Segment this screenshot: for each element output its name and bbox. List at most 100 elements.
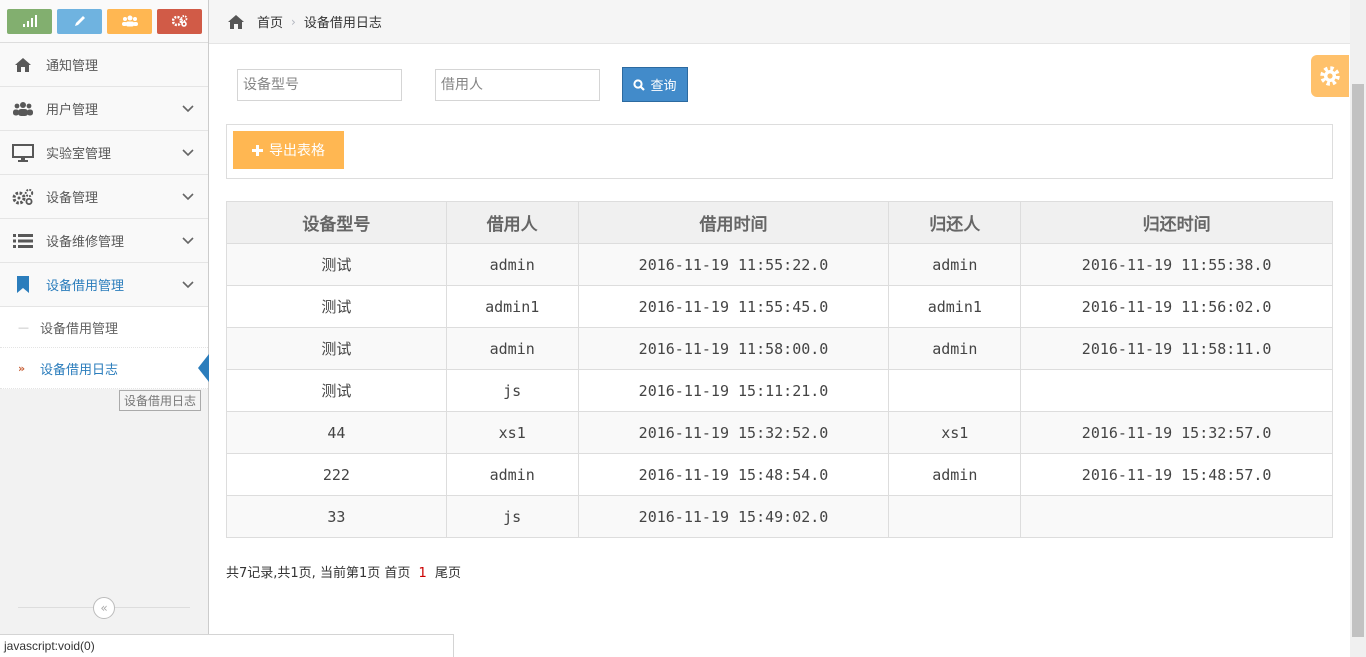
column-header: 借用时间 [577, 201, 890, 244]
home-icon[interactable] [227, 14, 245, 30]
export-button-label: 导出表格 [269, 143, 325, 159]
chevron-down-icon [168, 280, 208, 289]
table-cell: xs1 [445, 411, 579, 454]
breadcrumb-current: 设备借用日志 [303, 16, 382, 31]
table-cell [1020, 369, 1333, 412]
breadcrumb-home-link[interactable]: 首页 [257, 12, 283, 31]
sidebar-item-users[interactable]: 用户管理 [0, 87, 208, 131]
table-cell: js [445, 495, 579, 538]
sidebar-tooltip: 设备借用日志 [119, 390, 202, 411]
gear-icon [1320, 66, 1340, 86]
borrow-log-table: 设备型号 借用人 借用时间 归还人 归还时间 测试 admin 2016-11-… [226, 201, 1333, 538]
table-cell: 44 [226, 411, 447, 454]
search-button-label: 查询 [650, 79, 677, 94]
table-cell: 测试 [226, 369, 447, 412]
table-cell: 2016-11-19 11:55:45.0 [577, 285, 890, 328]
table-cell: admin [888, 243, 1022, 286]
sidebar-item-label: 设备维修管理 [46, 235, 125, 250]
signal-icon [22, 15, 37, 27]
table-cell: 222 [226, 453, 447, 496]
table-cell: admin1 [445, 285, 579, 328]
table-cell [1020, 495, 1333, 538]
sidebar-submenu: — 设备借用管理 » 设备借用日志 [0, 307, 209, 389]
table-cell: 2016-11-19 11:55:22.0 [577, 243, 890, 286]
export-button[interactable]: 导出表格 [233, 131, 344, 169]
table-cell: 2016-11-19 15:49:02.0 [577, 495, 890, 538]
table-cell: 2016-11-19 15:32:52.0 [577, 411, 890, 454]
table-cell [888, 369, 1022, 412]
column-header: 借用人 [445, 201, 579, 244]
toolbar: 导出表格 [226, 124, 1333, 179]
table-cell: 2016-11-19 11:58:11.0 [1020, 327, 1333, 370]
shortcut-cogs-button[interactable] [157, 8, 202, 34]
users-icon [0, 101, 46, 117]
table-cell: 测试 [226, 327, 447, 370]
table-cell: admin [445, 243, 579, 286]
sidebar-subitem-label: 设备借用日志 [40, 362, 119, 378]
sidebar-collapse-button[interactable]: « [93, 597, 115, 619]
users-icon [121, 15, 138, 27]
breadcrumb: 首页 › 设备借用日志 [209, 0, 1350, 44]
table-row: 测试 js 2016-11-19 15:11:21.0 [226, 369, 1333, 412]
main-content: 首页 › 设备借用日志 查询 导出表格 设备型号 借用人 借用时间 归还人 归还… [209, 0, 1350, 657]
sidebar-item-borrow[interactable]: 设备借用管理 [0, 263, 208, 307]
sidebar-shortcuts [0, 0, 208, 43]
table-cell: 2016-11-19 15:11:21.0 [577, 369, 890, 412]
plus-icon [252, 144, 263, 156]
sidebar-item-label: 设备借用管理 [46, 279, 125, 294]
table-row: 44 xs1 2016-11-19 15:32:52.0 xs1 2016-11… [226, 411, 1333, 454]
pagination-first-link[interactable]: 首页 [384, 566, 410, 581]
chevron-down-icon [168, 148, 208, 157]
table-cell: admin1 [888, 285, 1022, 328]
sidebar-subitem-borrow-log[interactable]: » 设备借用日志 [0, 348, 209, 389]
table-row: 222 admin 2016-11-19 15:48:54.0 admin 20… [226, 453, 1333, 496]
sidebar-nav: 通知管理 用户管理 实验室管理 设备管理 设备维修管理 设备借用管理 [0, 43, 208, 307]
table-cell: 2016-11-19 15:48:57.0 [1020, 453, 1333, 496]
pagination-page-link[interactable]: 1 [419, 566, 427, 581]
sidebar-item-repair[interactable]: 设备维修管理 [0, 219, 208, 263]
sidebar-item-device[interactable]: 设备管理 [0, 175, 208, 219]
shortcut-pencil-button[interactable] [57, 8, 102, 34]
sidebar: 通知管理 用户管理 实验室管理 设备管理 设备维修管理 设备借用管理 — 设备借… [0, 0, 209, 657]
borrower-input[interactable] [435, 68, 600, 101]
table-cell: 2016-11-19 15:48:54.0 [577, 453, 890, 496]
search-button[interactable]: 查询 [622, 67, 688, 102]
shortcut-users-button[interactable] [107, 8, 152, 34]
double-chevron-right-icon: » [18, 361, 26, 375]
table-cell: 测试 [226, 243, 447, 286]
scrollbar-thumb[interactable] [1352, 84, 1364, 637]
sidebar-item-notice[interactable]: 通知管理 [0, 43, 208, 87]
pagination: 共7记录,共1页, 当前第1页 首页 1 尾页 [226, 562, 461, 581]
cogs-icon [0, 188, 46, 206]
table-header-row: 设备型号 借用人 借用时间 归还人 归还时间 [226, 201, 1333, 244]
bookmark-icon [0, 275, 46, 294]
column-header: 归还人 [888, 201, 1022, 244]
chevron-right-icon: › [291, 14, 296, 29]
table-row: 测试 admin 2016-11-19 11:55:22.0 admin 201… [226, 243, 1333, 286]
device-model-input[interactable] [237, 68, 402, 101]
table-cell: xs1 [888, 411, 1022, 454]
column-header: 设备型号 [226, 201, 447, 244]
pencil-icon [74, 16, 85, 26]
table-cell: admin [888, 327, 1022, 370]
browser-status-bar: javascript:void(0) [0, 634, 454, 657]
table-cell: 33 [226, 495, 447, 538]
desktop-icon [0, 143, 46, 162]
vertical-scrollbar[interactable] [1350, 0, 1366, 657]
sidebar-item-label: 用户管理 [46, 103, 99, 118]
sidebar-subitem-borrow-manage[interactable]: — 设备借用管理 [0, 307, 208, 348]
table-cell [888, 495, 1022, 538]
list-icon [0, 233, 46, 249]
shortcut-signal-button[interactable] [7, 8, 52, 34]
table-cell: js [445, 369, 579, 412]
home-icon [0, 57, 46, 73]
search-icon [633, 78, 646, 91]
chevron-down-icon [168, 236, 208, 245]
table-cell: admin [445, 453, 579, 496]
tree-dash-icon: — [18, 320, 29, 334]
column-header: 归还时间 [1020, 201, 1333, 244]
pagination-last-link[interactable]: 尾页 [435, 566, 461, 581]
settings-toggle-button[interactable] [1311, 55, 1349, 97]
search-form: 查询 [237, 67, 688, 102]
sidebar-item-lab[interactable]: 实验室管理 [0, 131, 208, 175]
